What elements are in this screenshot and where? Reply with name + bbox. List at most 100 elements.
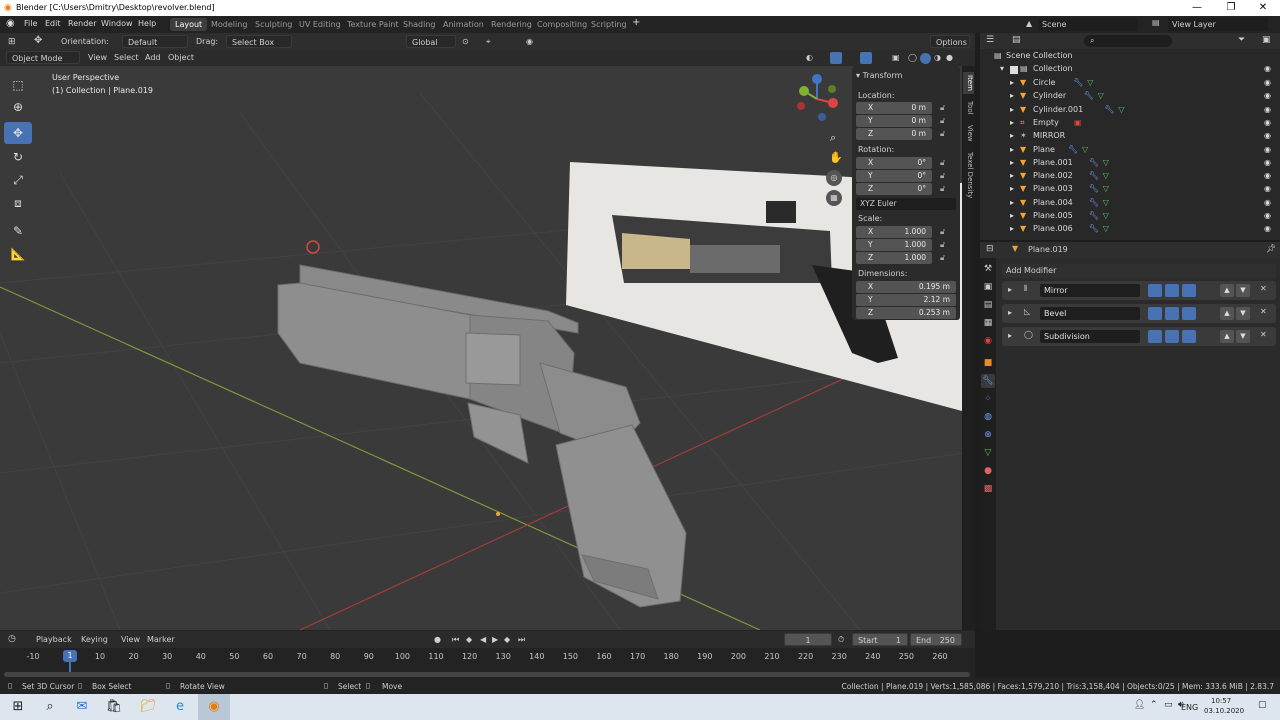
- tool-tab-icon[interactable]: ⚒: [981, 262, 995, 276]
- lock-icon[interactable]: 🔓︎: [940, 184, 950, 194]
- language-indicator[interactable]: ENG: [1181, 703, 1198, 712]
- play-icon[interactable]: ▶: [492, 635, 498, 644]
- eye-icon[interactable]: ◉: [1264, 158, 1271, 167]
- move-up-icon[interactable]: ▲: [1220, 284, 1234, 297]
- outliner-row-object[interactable]: ▸ ▼ Plane.002 🔧︎ ▽ ◉: [980, 171, 1280, 184]
- expand-icon[interactable]: ▸: [1010, 118, 1014, 127]
- move-transform-icon[interactable]: ✥: [34, 35, 42, 46]
- filter-icon[interactable]: ⏷: [1238, 35, 1245, 45]
- move-down-icon[interactable]: ▼: [1236, 284, 1250, 297]
- modifier-tab-icon[interactable]: 🔧︎: [981, 374, 995, 388]
- modifier-name-field[interactable]: Mirror: [1040, 284, 1140, 297]
- scene-tab-icon[interactable]: ◉: [981, 334, 995, 348]
- search-icon[interactable]: ⌕: [34, 694, 66, 720]
- viewport-menu-add[interactable]: Add: [145, 53, 161, 62]
- scale-y-field[interactable]: Y 1.000: [856, 239, 932, 251]
- workspace-tab-scripting[interactable]: Scripting: [586, 18, 632, 31]
- outliner-row-object[interactable]: ▸ ▼ Plane.001 🔧︎ ▽ ◉: [980, 158, 1280, 171]
- rotate-tool-icon[interactable]: ↻: [4, 146, 32, 168]
- ortho-toggle-icon[interactable]: ▦: [826, 190, 842, 206]
- data-tab-icon[interactable]: ▽: [981, 446, 995, 460]
- remove-modifier-icon[interactable]: ✕: [1260, 307, 1267, 316]
- visibility-icon[interactable]: ◐: [806, 53, 813, 62]
- remove-modifier-icon[interactable]: ✕: [1260, 330, 1267, 339]
- prev-key-icon[interactable]: ◆: [466, 635, 472, 644]
- lock-icon[interactable]: 🔓︎: [940, 171, 950, 181]
- start-frame-field[interactable]: Start 1: [852, 633, 908, 646]
- expand-icon[interactable]: ▸: [1010, 105, 1014, 114]
- sidebar-tab-view[interactable]: View: [963, 122, 974, 144]
- workspace-tab-compositing[interactable]: Compositing: [532, 18, 592, 31]
- timeline-menu-keying[interactable]: Keying: [81, 635, 108, 644]
- transform-panel-header[interactable]: ▾ Transform: [856, 71, 902, 80]
- maximize-button[interactable]: ❐: [1214, 0, 1248, 16]
- lock-icon[interactable]: 🔓︎: [940, 103, 950, 113]
- view-layer-selector[interactable]: View Layer: [1168, 18, 1268, 31]
- output-tab-icon[interactable]: ▤: [981, 298, 995, 312]
- outliner-row-object[interactable]: ▸ ▼ Cylinder.001 🔧︎ ▽ ◉: [980, 105, 1280, 118]
- annotate-tool-icon[interactable]: ✎: [4, 220, 32, 242]
- notifications-icon[interactable]: ▢: [1258, 700, 1267, 710]
- play-reverse-icon[interactable]: ◀: [480, 635, 486, 644]
- move-tool-icon[interactable]: ✥: [4, 122, 32, 144]
- add-modifier-dropdown[interactable]: Add Modifier: [1002, 264, 1276, 278]
- move-down-icon[interactable]: ▼: [1236, 307, 1250, 320]
- lock-icon[interactable]: 🔓︎: [940, 240, 950, 250]
- viewport-menu-object[interactable]: Object: [168, 53, 194, 62]
- navigation-gizmo[interactable]: [797, 74, 838, 121]
- end-frame-field[interactable]: End 250: [910, 633, 962, 646]
- workspace-tab-sculpting[interactable]: Sculpting: [250, 18, 297, 31]
- eye-icon[interactable]: ◉: [1264, 171, 1271, 180]
- stopwatch-icon[interactable]: ⏱: [838, 635, 844, 645]
- modifier-visibility-toggle[interactable]: [1148, 284, 1162, 297]
- dimensions-y-field[interactable]: Y 2.12 m: [856, 294, 956, 306]
- workspace-tab-uv-editing[interactable]: UV Editing: [294, 18, 346, 31]
- rendered-shading-icon[interactable]: ●: [946, 53, 953, 62]
- outliner-row-object[interactable]: ▸ ▼ Plane.006 🔧︎ ▽ ◉: [980, 224, 1280, 237]
- outliner-row-object[interactable]: ▸ ⌗ Empty ▣ ◉: [980, 118, 1280, 131]
- modifier-visibility-toggle[interactable]: [1182, 307, 1196, 320]
- checkbox-icon[interactable]: [1010, 66, 1018, 74]
- select-box-tool-icon[interactable]: ⬚: [4, 74, 32, 96]
- timeline-menu-view[interactable]: View: [121, 635, 140, 644]
- expand-icon[interactable]: ▸: [1010, 78, 1014, 87]
- outliner-row-object[interactable]: ▸ ▼ Circle 🔧︎ ▽ ◉: [980, 78, 1280, 91]
- cursor-tool-icon[interactable]: ⊕: [4, 96, 32, 118]
- menu-file[interactable]: File: [24, 19, 37, 28]
- constraints-tab-icon[interactable]: ⊗: [981, 428, 995, 442]
- eye-icon[interactable]: ◉: [1264, 198, 1271, 207]
- pivot-point-icon[interactable]: ⊙: [462, 37, 469, 46]
- outliner-row-object[interactable]: ▸ ▼ Plane.004 🔧︎ ▽ ◉: [980, 198, 1280, 211]
- tray-chevron-icon[interactable]: ⌃: [1150, 700, 1158, 710]
- scale-tool-icon[interactable]: ⤢: [4, 169, 32, 191]
- workspace-tab-texture-paint[interactable]: Texture Paint: [342, 18, 404, 31]
- modifier-visibility-toggle[interactable]: [1148, 330, 1162, 343]
- modifier-visibility-toggle[interactable]: [1148, 307, 1162, 320]
- edge-browser-icon[interactable]: e: [164, 694, 196, 720]
- eye-icon[interactable]: ◉: [1264, 184, 1271, 193]
- file-explorer-icon[interactable]: 📁︎: [132, 694, 164, 720]
- rotation-mode-dropdown[interactable]: XYZ Euler: [856, 198, 956, 210]
- timeline-editor-type-icon[interactable]: ◷: [8, 634, 16, 644]
- overlay-toggle-icon[interactable]: [860, 52, 872, 64]
- blender-menu-icon[interactable]: ◉: [6, 18, 15, 29]
- menu-window[interactable]: Window: [101, 19, 133, 28]
- 3d-cursor-icon[interactable]: [306, 240, 320, 254]
- expand-icon[interactable]: ▾: [1000, 64, 1004, 73]
- timeline-menu-marker[interactable]: Marker: [147, 635, 175, 644]
- expand-icon[interactable]: ▸: [1008, 285, 1012, 294]
- rotation-z-field[interactable]: Z 0°: [856, 183, 932, 195]
- scale-x-field[interactable]: X 1.000: [856, 226, 932, 238]
- expand-icon[interactable]: ▸: [1010, 145, 1014, 154]
- modifier-visibility-toggle[interactable]: [1182, 330, 1196, 343]
- modifier-name-field[interactable]: Subdivision: [1040, 330, 1140, 343]
- material-shading-icon[interactable]: ◑: [934, 53, 941, 62]
- pin-icon[interactable]: 📌︎: [1266, 244, 1276, 253]
- location-x-field[interactable]: X0 m: [856, 102, 932, 114]
- modifier-name-field[interactable]: Bevel: [1040, 307, 1140, 320]
- texture-tab-icon[interactable]: ▩: [981, 482, 995, 496]
- object-tab-icon[interactable]: ■: [981, 356, 995, 370]
- timeline-menu-playback[interactable]: Playback: [36, 635, 72, 644]
- expand-icon[interactable]: ▸: [1010, 184, 1014, 193]
- eye-icon[interactable]: ◉: [1264, 91, 1271, 100]
